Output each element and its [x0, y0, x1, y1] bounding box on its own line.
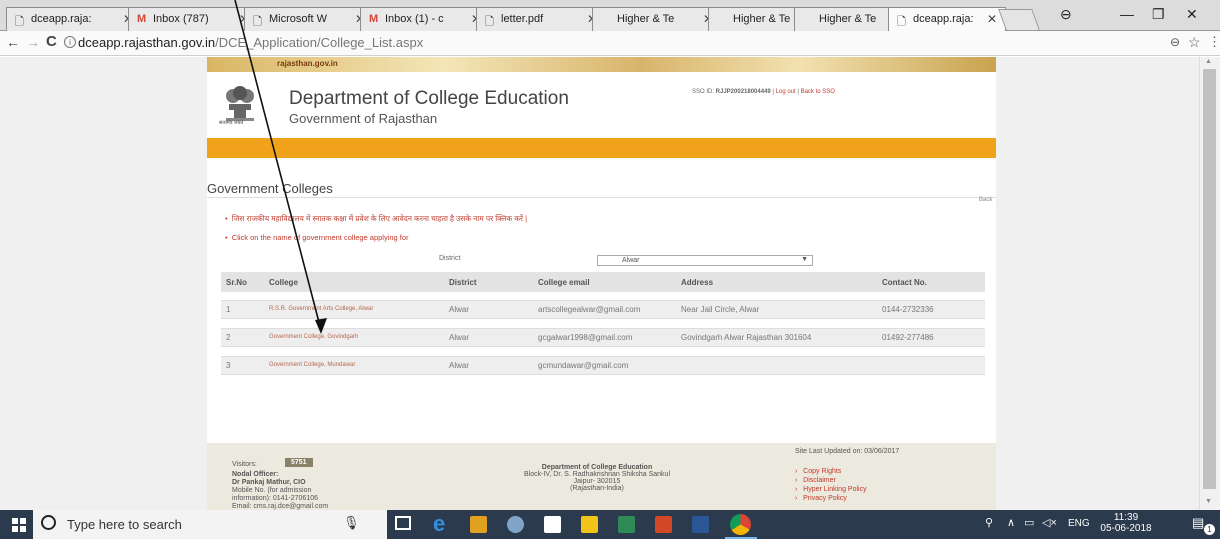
windows-taskbar: Type here to search 🎙 e ⚲ ∧ ▭ ◁× ENG 11:… [0, 510, 1220, 539]
browser-tab-active[interactable]: 🗋 dceapp.raja: ✕ [888, 7, 1006, 32]
page-heading: Government Colleges [207, 181, 333, 196]
cortana-circle-icon [41, 515, 56, 530]
reload-icon[interactable]: C [46, 33, 57, 50]
powerpoint-icon[interactable] [655, 516, 672, 533]
footer-links: › Copy Rights › Disclaimer › Hyper Linki… [795, 468, 867, 504]
info-icon[interactable]: i [64, 36, 76, 48]
nav-orange-bar [207, 138, 996, 158]
dropdown-arrow-icon: ▼ [801, 256, 808, 263]
scroll-up-icon[interactable]: ▲ [1205, 58, 1212, 65]
page-viewport: rajasthan.gov.in सत्यमेव जयते Department… [0, 57, 1199, 510]
browser-tab[interactable]: Higher & Te✕ [592, 7, 722, 31]
address-toolbar: ← → C i dceapp.rajasthan.gov.in/DCE_Appl… [0, 31, 1220, 56]
browser-tab[interactable]: 🗋Microsoft W✕ [244, 7, 374, 31]
bookmark-star-icon[interactable]: ☆ [1188, 34, 1201, 51]
chrome-icon[interactable] [730, 514, 751, 535]
task-view-icon[interactable] [395, 516, 411, 530]
visitor-counter: 5751 [285, 458, 313, 467]
clock[interactable]: 11:39 05-06-2018 [1096, 512, 1156, 534]
site-container: rajasthan.gov.in सत्यमेव जयते Department… [207, 57, 996, 510]
gmail-icon: M [137, 13, 147, 25]
browser-tab-strip: 🗋dceapp.raja:✕ MInbox (787)✕ 🗋Microsoft … [0, 0, 1220, 32]
district-select[interactable]: Alwar ▼ [597, 255, 813, 266]
scroll-thumb[interactable] [1203, 69, 1216, 489]
restore-icon[interactable]: ❐ [1152, 6, 1165, 23]
file-explorer-icon[interactable] [581, 516, 598, 533]
dept-title: Department of College Education [289, 88, 569, 109]
page-scrollbar[interactable]: ▲ ▼ [1199, 57, 1220, 510]
show-hidden-icons-icon[interactable]: ∧ [1007, 516, 1015, 529]
privacy-policy-link[interactable]: › Privacy Policy [795, 495, 867, 504]
taskbar-search-box[interactable]: Type here to search 🎙 [33, 510, 387, 539]
zoom-icon[interactable]: ⊖ [1170, 35, 1180, 49]
mail-icon[interactable] [544, 516, 561, 533]
gmail-icon: M [369, 13, 379, 25]
site-header: सत्यमेव जयते Department of College Educa… [207, 72, 996, 140]
edge-icon[interactable]: e [433, 511, 445, 537]
minimize-icon[interactable]: — [1120, 6, 1134, 22]
store-icon[interactable] [470, 516, 487, 533]
district-label: District [439, 255, 461, 262]
people-icon[interactable]: ⚲ [985, 516, 993, 529]
page-icon: 🗋 [485, 16, 494, 28]
rajasthan-banner: rajasthan.gov.in [207, 57, 996, 72]
excel-icon[interactable] [618, 516, 635, 533]
college-link[interactable]: Government College, Govindgarh [261, 328, 446, 346]
college-link[interactable]: R.S.R. Government Arts College, Alwar [261, 300, 446, 318]
table-row: 2 Government College, Govindgarh Alwar g… [221, 328, 985, 346]
site-footer: Visitors: 5751 Nodal Officer: Dr Pankaj … [207, 443, 996, 510]
back-arrow-icon[interactable]: ← [6, 34, 20, 50]
browser-tab[interactable]: 🗋letter.pdf✕ [476, 7, 606, 31]
language-indicator[interactable]: ENG [1068, 518, 1090, 529]
table-row: 1 R.S.R. Government Arts College, Alwar … [221, 300, 985, 318]
sso-bar: SSO ID: RJJP200218004449 | Log out | Bac… [692, 89, 835, 95]
notice-hindi[interactable]: • जिस राजकीय महाविद्यालय में स्नातक कक्ष… [225, 214, 527, 224]
close-window-icon[interactable]: ✕ [1186, 6, 1198, 23]
hyperlinking-policy-link[interactable]: › Hyper Linking Policy [795, 486, 867, 495]
disclaimer-link[interactable]: › Disclaimer [795, 477, 867, 486]
browser-tab[interactable]: MInbox (1) - c✕ [360, 7, 490, 31]
close-tab-icon[interactable]: ✕ [987, 12, 997, 26]
url-input[interactable]: dceapp.rajasthan.gov.in/DCE_Application/… [78, 34, 1168, 53]
heading-divider [207, 197, 996, 198]
profile-icon[interactable]: ⊖ [1060, 6, 1072, 23]
back-to-sso-link[interactable]: Back to SSO [801, 89, 835, 95]
action-center-icon[interactable]: ▤ [1192, 515, 1204, 531]
windows-start-icon[interactable] [12, 518, 26, 532]
notification-badge: 1 [1204, 524, 1215, 535]
state-emblem-icon: सत्यमेव जयते [219, 80, 259, 128]
forward-arrow-icon[interactable]: → [26, 34, 40, 50]
menu-dots-icon[interactable]: ⋮ [1208, 34, 1220, 50]
network-icon[interactable]: ▭ [1024, 516, 1034, 529]
page-icon: 🗋 [15, 16, 24, 28]
table-header-row: Sr.No College District College email Add… [221, 272, 985, 292]
browser-tab[interactable]: 🗋dceapp.raja:✕ [6, 7, 142, 31]
page-icon: 🗋 [253, 16, 262, 28]
scroll-down-icon[interactable]: ▼ [1205, 498, 1212, 505]
browser-tab[interactable]: MInbox (787)✕ [128, 7, 258, 31]
logout-link[interactable]: Log out [776, 89, 796, 95]
table-row: 3 Government College, Mundawar Alwar gcm… [221, 356, 985, 374]
volume-muted-icon[interactable]: ◁× [1042, 516, 1057, 529]
paint-icon[interactable] [507, 516, 524, 533]
back-link[interactable]: Back [979, 197, 992, 203]
banner-link[interactable]: rajasthan.gov.in [277, 59, 338, 68]
word-icon[interactable] [692, 516, 709, 533]
notice-english: • Click on the name of government colleg… [225, 233, 409, 242]
new-tab-button[interactable] [998, 9, 1040, 30]
footer-address: Department of College Education Block-IV… [523, 464, 671, 492]
dept-subtitle: Government of Rajasthan [289, 111, 438, 126]
microphone-icon[interactable]: 🎙 [343, 515, 360, 531]
colleges-table: Sr.No College District College email Add… [221, 272, 985, 375]
college-link[interactable]: Government College, Mundawar [261, 356, 446, 374]
page-icon: 🗋 [897, 16, 906, 28]
copyrights-link[interactable]: › Copy Rights [795, 468, 867, 477]
